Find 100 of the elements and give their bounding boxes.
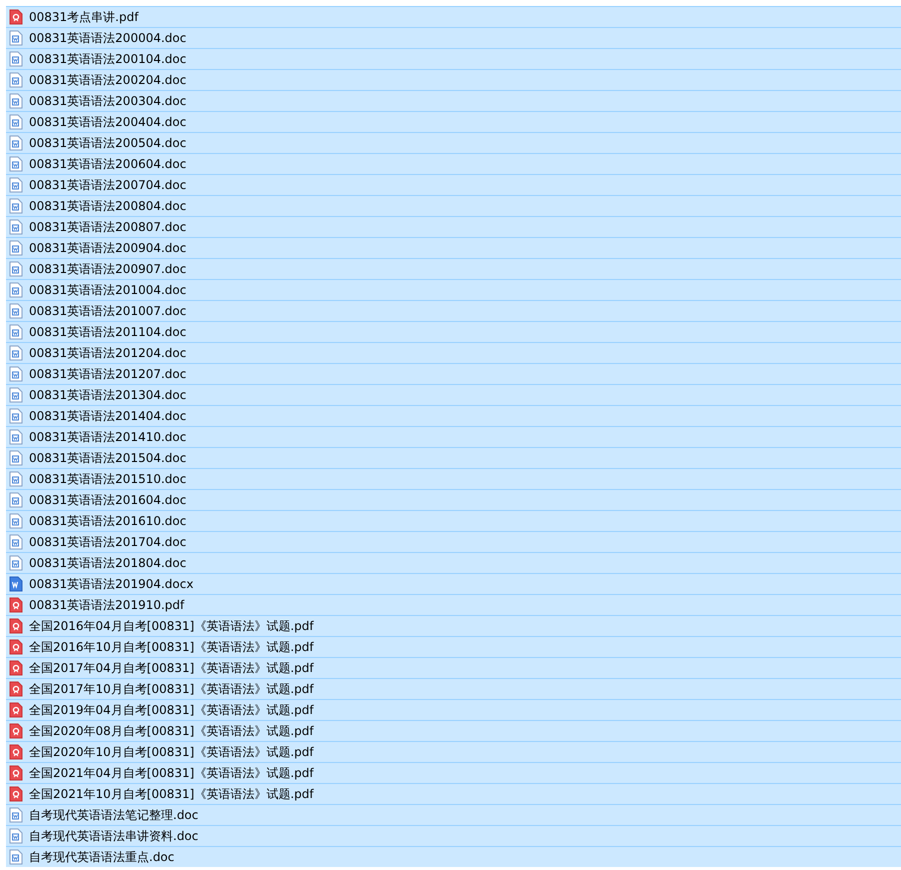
file-row[interactable]: 00831英语语法201904.docx: [6, 573, 901, 594]
file-row[interactable]: 00831英语语法201204.doc: [6, 342, 901, 363]
file-name: 00831英语语法201804.doc: [29, 555, 186, 572]
file-row[interactable]: 全国2017年10月自考[00831]《英语语法》试题.pdf: [6, 678, 901, 699]
pdf-file-icon: [9, 681, 23, 697]
file-row[interactable]: 00831英语语法200204.doc: [6, 69, 901, 90]
document-icon: [9, 429, 23, 445]
document-icon: [9, 240, 23, 256]
file-row[interactable]: 00831英语语法201504.doc: [6, 447, 901, 468]
file-row[interactable]: 00831英语语法201610.doc: [6, 510, 901, 531]
file-row[interactable]: 00831英语语法200904.doc: [6, 237, 901, 258]
file-name: 00831英语语法200504.doc: [29, 135, 186, 152]
document-icon: [9, 156, 23, 172]
file-row[interactable]: 00831英语语法201604.doc: [6, 489, 901, 510]
file-row[interactable]: 00831英语语法201207.doc: [6, 363, 901, 384]
file-name: 00831英语语法201504.doc: [29, 450, 186, 467]
document-icon: [9, 534, 23, 550]
document-icon: [9, 387, 23, 403]
file-row[interactable]: 00831英语语法201510.doc: [6, 468, 901, 489]
file-row[interactable]: 00831英语语法201404.doc: [6, 405, 901, 426]
document-icon: [9, 198, 23, 214]
file-row[interactable]: 00831英语语法200907.doc: [6, 258, 901, 279]
document-icon: [9, 261, 23, 277]
word-file-icon: [9, 576, 23, 592]
file-name: 00831英语语法201510.doc: [29, 471, 186, 488]
file-name: 00831英语语法201007.doc: [29, 303, 186, 320]
file-name: 00831英语语法201610.doc: [29, 513, 186, 530]
file-name: 全国2017年04月自考[00831]《英语语法》试题.pdf: [29, 660, 314, 677]
document-icon: [9, 72, 23, 88]
document-icon: [9, 114, 23, 130]
file-name: 00831英语语法200404.doc: [29, 114, 186, 131]
file-name: 00831英语语法201404.doc: [29, 408, 186, 425]
pdf-file-icon: [9, 702, 23, 718]
document-icon: [9, 408, 23, 424]
document-icon: [9, 513, 23, 529]
pdf-file-icon: [9, 660, 23, 676]
file-row[interactable]: 00831英语语法200804.doc: [6, 195, 901, 216]
file-row[interactable]: 全国2021年04月自考[00831]《英语语法》试题.pdf: [6, 762, 901, 783]
document-icon: [9, 282, 23, 298]
file-name: 全国2017年10月自考[00831]《英语语法》试题.pdf: [29, 681, 314, 698]
file-name: 00831英语语法201104.doc: [29, 324, 186, 341]
pdf-file-icon: [9, 786, 23, 802]
file-row[interactable]: 00831英语语法200404.doc: [6, 111, 901, 132]
file-name: 00831英语语法201207.doc: [29, 366, 186, 383]
file-row[interactable]: 00831英语语法201910.pdf: [6, 594, 901, 615]
document-icon: [9, 471, 23, 487]
file-name: 自考现代英语语法重点.doc: [29, 849, 174, 866]
file-name: 00831英语语法200804.doc: [29, 198, 186, 215]
document-icon: [9, 492, 23, 508]
file-name: 全国2016年10月自考[00831]《英语语法》试题.pdf: [29, 639, 314, 656]
pdf-file-icon: [9, 765, 23, 781]
file-name: 00831英语语法200004.doc: [29, 30, 186, 47]
file-name: 00831考点串讲.pdf: [29, 9, 138, 26]
file-name: 自考现代英语语法串讲资料.doc: [29, 828, 198, 845]
pdf-file-icon: [9, 723, 23, 739]
pdf-file-icon: [9, 597, 23, 613]
file-name: 全国2021年04月自考[00831]《英语语法》试题.pdf: [29, 765, 314, 782]
file-row[interactable]: 全国2021年10月自考[00831]《英语语法》试题.pdf: [6, 783, 901, 804]
document-icon: [9, 303, 23, 319]
document-icon: [9, 30, 23, 46]
file-row[interactable]: 全国2020年10月自考[00831]《英语语法》试题.pdf: [6, 741, 901, 762]
file-row[interactable]: 00831英语语法200704.doc: [6, 174, 901, 195]
document-icon: [9, 450, 23, 466]
file-name: 00831英语语法200807.doc: [29, 219, 186, 236]
file-row[interactable]: 00831英语语法201804.doc: [6, 552, 901, 573]
pdf-file-icon: [9, 9, 23, 25]
file-row[interactable]: 全国2016年10月自考[00831]《英语语法》试题.pdf: [6, 636, 901, 657]
file-name: 00831英语语法201004.doc: [29, 282, 186, 299]
file-name: 00831英语语法200604.doc: [29, 156, 186, 173]
file-row[interactable]: 00831英语语法201104.doc: [6, 321, 901, 342]
file-row[interactable]: 自考现代英语语法重点.doc: [6, 846, 901, 867]
file-row[interactable]: 00831考点串讲.pdf: [6, 6, 901, 27]
file-row[interactable]: 全国2017年04月自考[00831]《英语语法》试题.pdf: [6, 657, 901, 678]
file-name: 00831英语语法200304.doc: [29, 93, 186, 110]
file-row[interactable]: 00831英语语法200504.doc: [6, 132, 901, 153]
file-name: 00831英语语法201204.doc: [29, 345, 186, 362]
file-row[interactable]: 00831英语语法200604.doc: [6, 153, 901, 174]
file-row[interactable]: 00831英语语法200004.doc: [6, 27, 901, 48]
file-row[interactable]: 自考现代英语语法笔记整理.doc: [6, 804, 901, 825]
file-row[interactable]: 00831英语语法200104.doc: [6, 48, 901, 69]
file-name: 00831英语语法201904.docx: [29, 576, 194, 593]
file-row[interactable]: 自考现代英语语法串讲资料.doc: [6, 825, 901, 846]
file-row[interactable]: 全国2019年04月自考[00831]《英语语法》试题.pdf: [6, 699, 901, 720]
file-name: 00831英语语法200204.doc: [29, 72, 186, 89]
file-row[interactable]: 00831英语语法200304.doc: [6, 90, 901, 111]
file-name: 00831英语语法201704.doc: [29, 534, 186, 551]
document-icon: [9, 849, 23, 865]
file-row[interactable]: 00831英语语法200807.doc: [6, 216, 901, 237]
file-row[interactable]: 全国2016年04月自考[00831]《英语语法》试题.pdf: [6, 615, 901, 636]
file-row[interactable]: 00831英语语法201004.doc: [6, 279, 901, 300]
file-name: 00831英语语法200704.doc: [29, 177, 186, 194]
document-icon: [9, 177, 23, 193]
file-row[interactable]: 00831英语语法201304.doc: [6, 384, 901, 405]
file-name: 00831英语语法200907.doc: [29, 261, 186, 278]
file-row[interactable]: 00831英语语法201007.doc: [6, 300, 901, 321]
file-row[interactable]: 00831英语语法201704.doc: [6, 531, 901, 552]
document-icon: [9, 807, 23, 823]
file-row[interactable]: 全国2020年08月自考[00831]《英语语法》试题.pdf: [6, 720, 901, 741]
file-name: 00831英语语法200104.doc: [29, 51, 186, 68]
file-row[interactable]: 00831英语语法201410.doc: [6, 426, 901, 447]
